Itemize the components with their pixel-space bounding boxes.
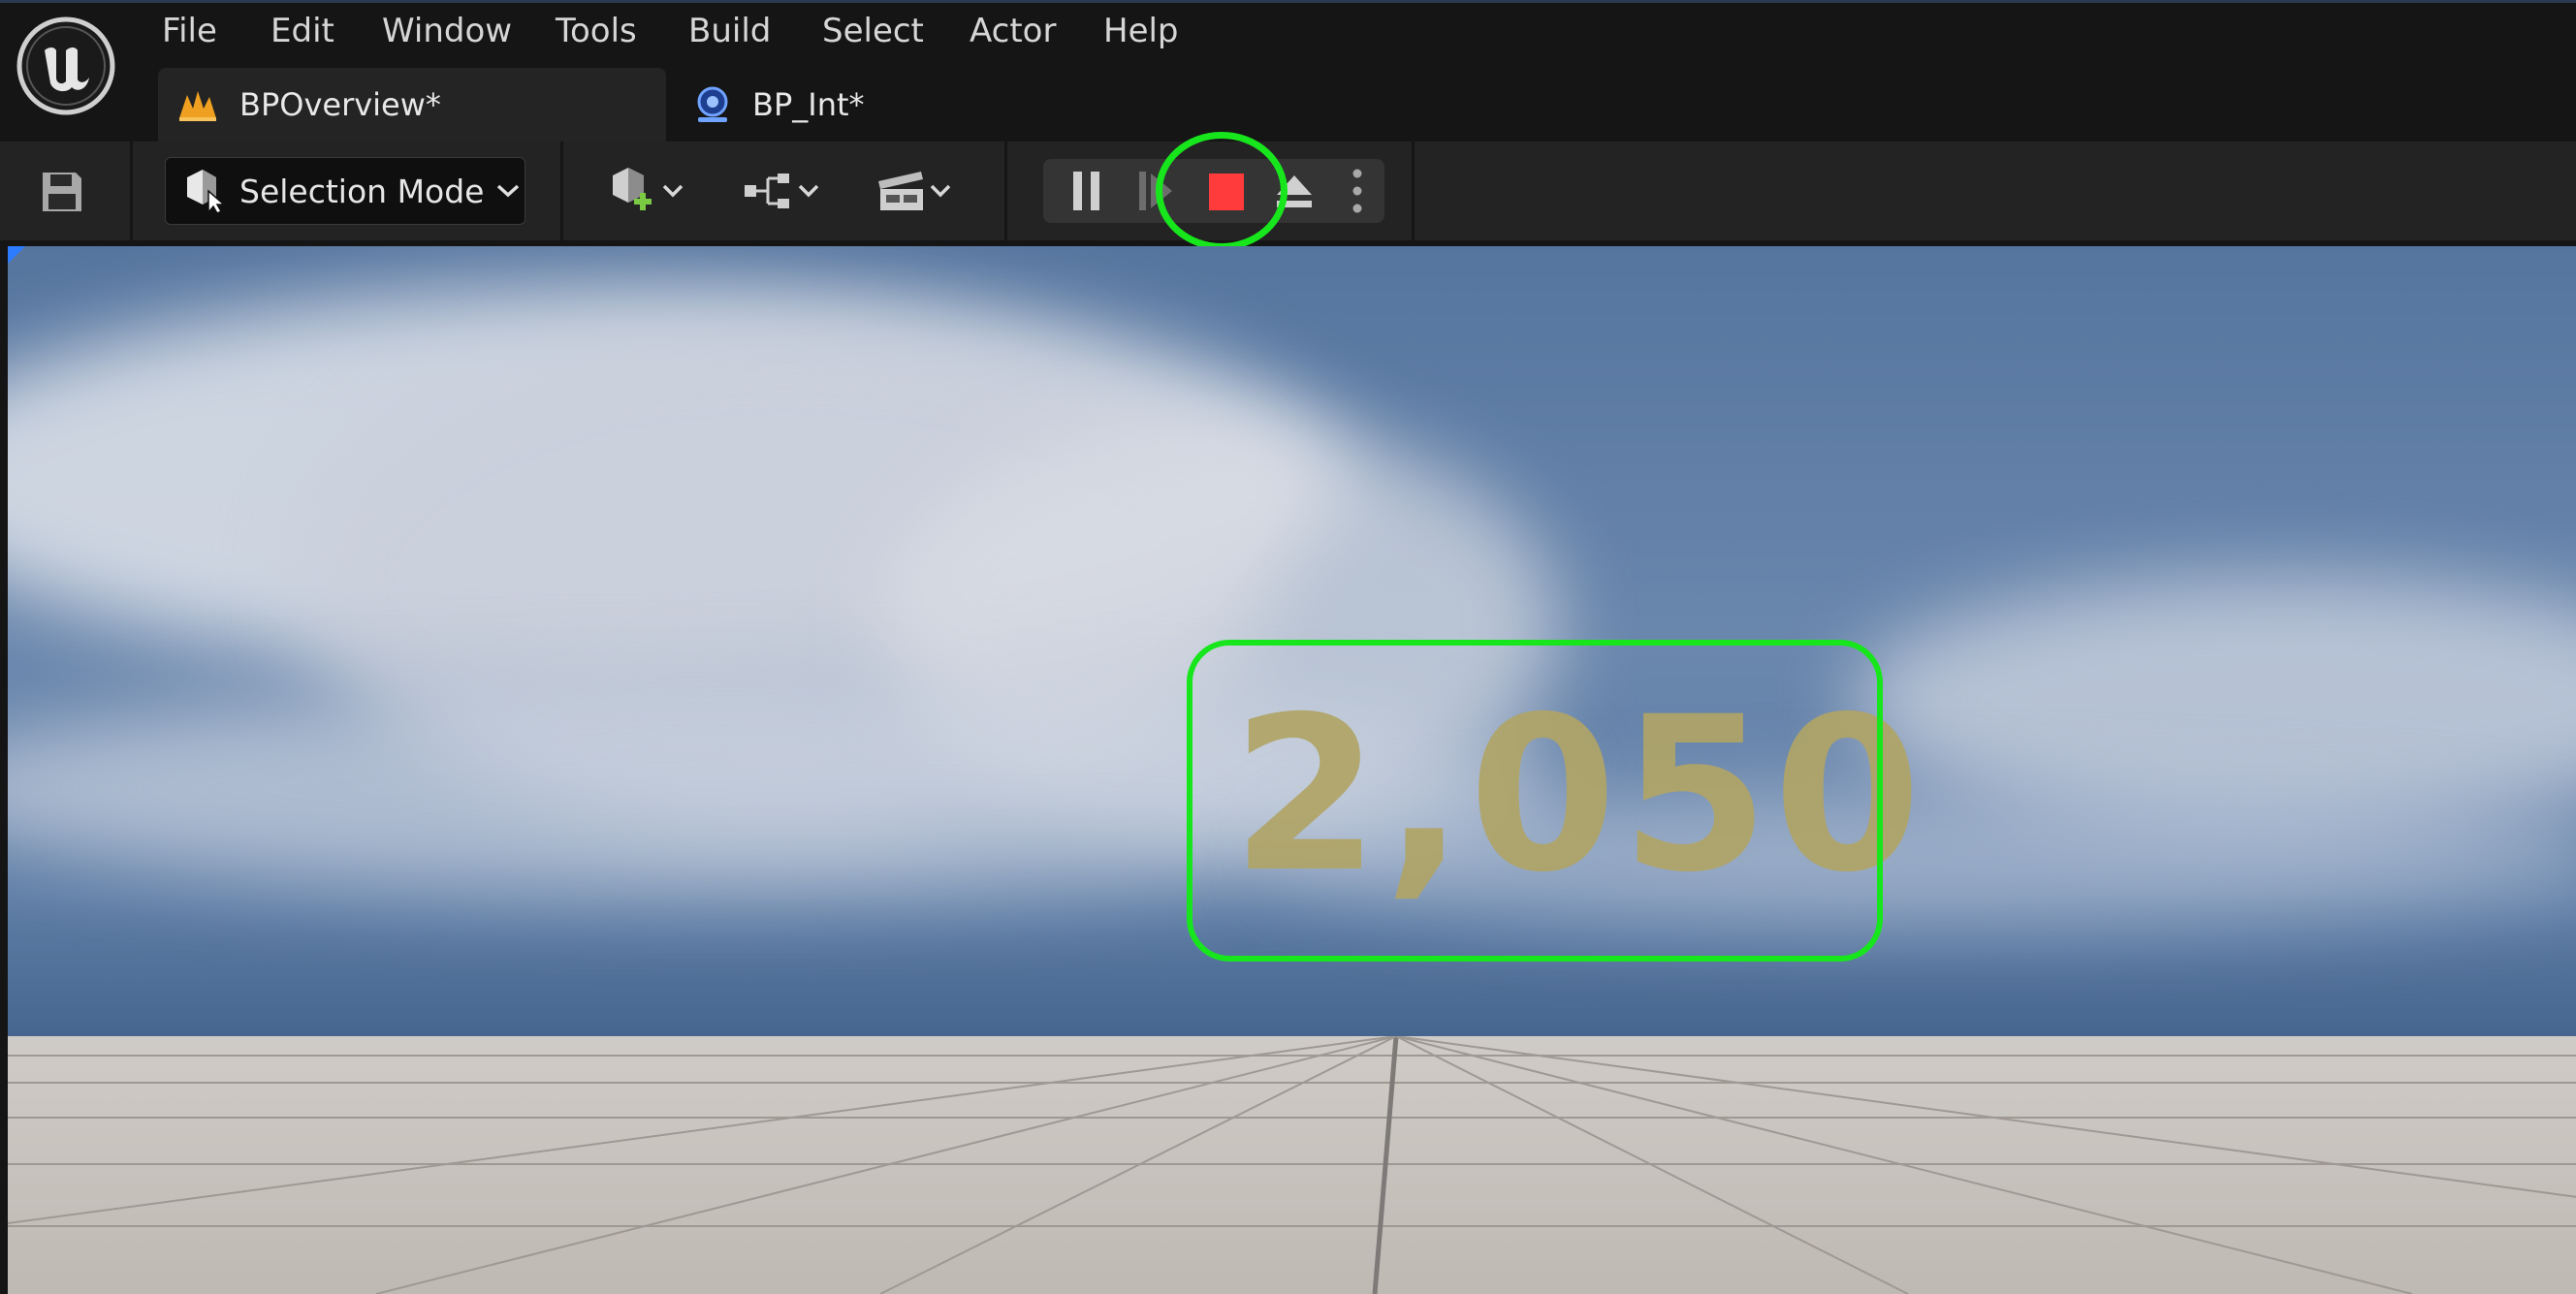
menu-edit[interactable]: Edit (270, 12, 334, 50)
title-bar: File Edit Window Tools Build Select Acto… (0, 0, 2576, 142)
more-options-button[interactable] (1336, 161, 1379, 221)
score-highlight (1187, 640, 1883, 962)
chevron-down-icon (497, 184, 520, 198)
toolbar-separator (1412, 142, 1415, 240)
menu-file[interactable]: File (162, 12, 217, 50)
window-top-border (0, 0, 2576, 3)
viewport-corner-marker (8, 246, 25, 264)
save-icon (43, 173, 81, 211)
menu-build[interactable]: Build (688, 12, 771, 50)
selection-mode-dropdown[interactable]: Selection Mode (165, 157, 525, 225)
chevron-down-icon (798, 184, 819, 198)
chevron-down-icon (930, 184, 951, 198)
save-button[interactable] (35, 165, 89, 219)
pause-button[interactable] (1057, 161, 1117, 221)
selection-mode-icon (187, 170, 226, 214)
pause-icon (1073, 172, 1099, 210)
blueprint-icon (692, 84, 733, 125)
menu-tools[interactable]: Tools (556, 12, 637, 50)
selection-mode-label: Selection Mode (239, 172, 485, 210)
menu-actor[interactable]: Actor (970, 12, 1056, 50)
toolbar-separator (1004, 142, 1007, 240)
blueprints-button[interactable] (733, 159, 830, 223)
tab-bp-int[interactable]: BP_Int* (679, 68, 970, 142)
level-icon (177, 87, 218, 122)
menu-select[interactable]: Select (822, 12, 924, 50)
unreal-logo-icon[interactable] (16, 16, 116, 116)
blueprints-icon (745, 174, 789, 208)
add-actor-icon (613, 168, 652, 210)
level-viewport[interactable]: 2,050 (8, 246, 2576, 1294)
stop-button-highlight (1156, 132, 1288, 250)
cinematics-icon (878, 172, 923, 210)
chevron-down-icon (662, 184, 684, 198)
tab-label: BPOverview* (239, 86, 441, 123)
cinematics-button[interactable] (865, 159, 962, 223)
add-actor-button[interactable] (597, 159, 694, 223)
more-options-icon (1352, 169, 1362, 213)
floor-grid (8, 1036, 2576, 1294)
tab-label: BP_Int* (752, 86, 865, 123)
main-toolbar: Selection Mode (0, 132, 2576, 250)
toolbar-separator (560, 142, 563, 240)
menu-window[interactable]: Window (382, 12, 512, 50)
tab-bpoverview[interactable]: BPOverview* (158, 68, 666, 142)
toolbar-separator (130, 142, 133, 240)
menu-help[interactable]: Help (1103, 12, 1179, 50)
